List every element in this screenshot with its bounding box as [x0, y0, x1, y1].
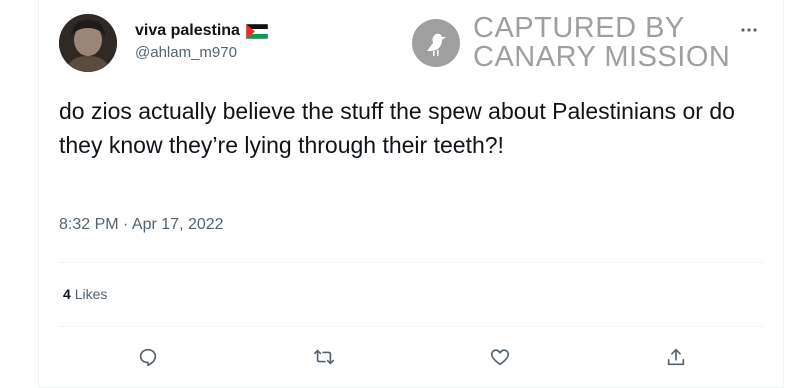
author-name-row: viva palestina — [135, 20, 269, 42]
canary-bird-icon — [412, 19, 460, 67]
share-icon[interactable] — [661, 342, 691, 372]
palestine-flag-icon — [245, 23, 269, 39]
tweet-text: do zios actually believe the stuff the s… — [59, 98, 735, 158]
like-icon[interactable] — [485, 342, 515, 372]
more-options-icon[interactable] — [737, 20, 761, 40]
watermark-line1: CAPTURED BY — [473, 12, 685, 44]
divider — [59, 326, 763, 327]
watermark-line2: CANARY MISSION — [473, 41, 731, 73]
retweet-icon[interactable] — [309, 342, 339, 372]
watermark: CAPTURED BY CANARY MISSION — [411, 14, 730, 72]
divider — [59, 262, 763, 263]
avatar-image — [59, 14, 117, 72]
likes-label: Likes — [74, 286, 108, 302]
likes-number: 4 — [63, 286, 71, 302]
author-display-name[interactable]: viva palestina — [135, 22, 240, 40]
tweet-card: viva palestina @ahlam_m970 CAPTURED BY C… — [38, 0, 784, 388]
tweet-timestamp[interactable]: 8:32 PM · Apr 17, 2022 — [59, 216, 224, 234]
likes-count[interactable]: 4 Likes — [63, 286, 107, 302]
avatar[interactable] — [59, 14, 117, 72]
reply-icon[interactable] — [133, 342, 163, 372]
tweet-actions-bar — [39, 342, 783, 372]
author-handle[interactable]: @ahlam_m970 — [135, 44, 237, 61]
